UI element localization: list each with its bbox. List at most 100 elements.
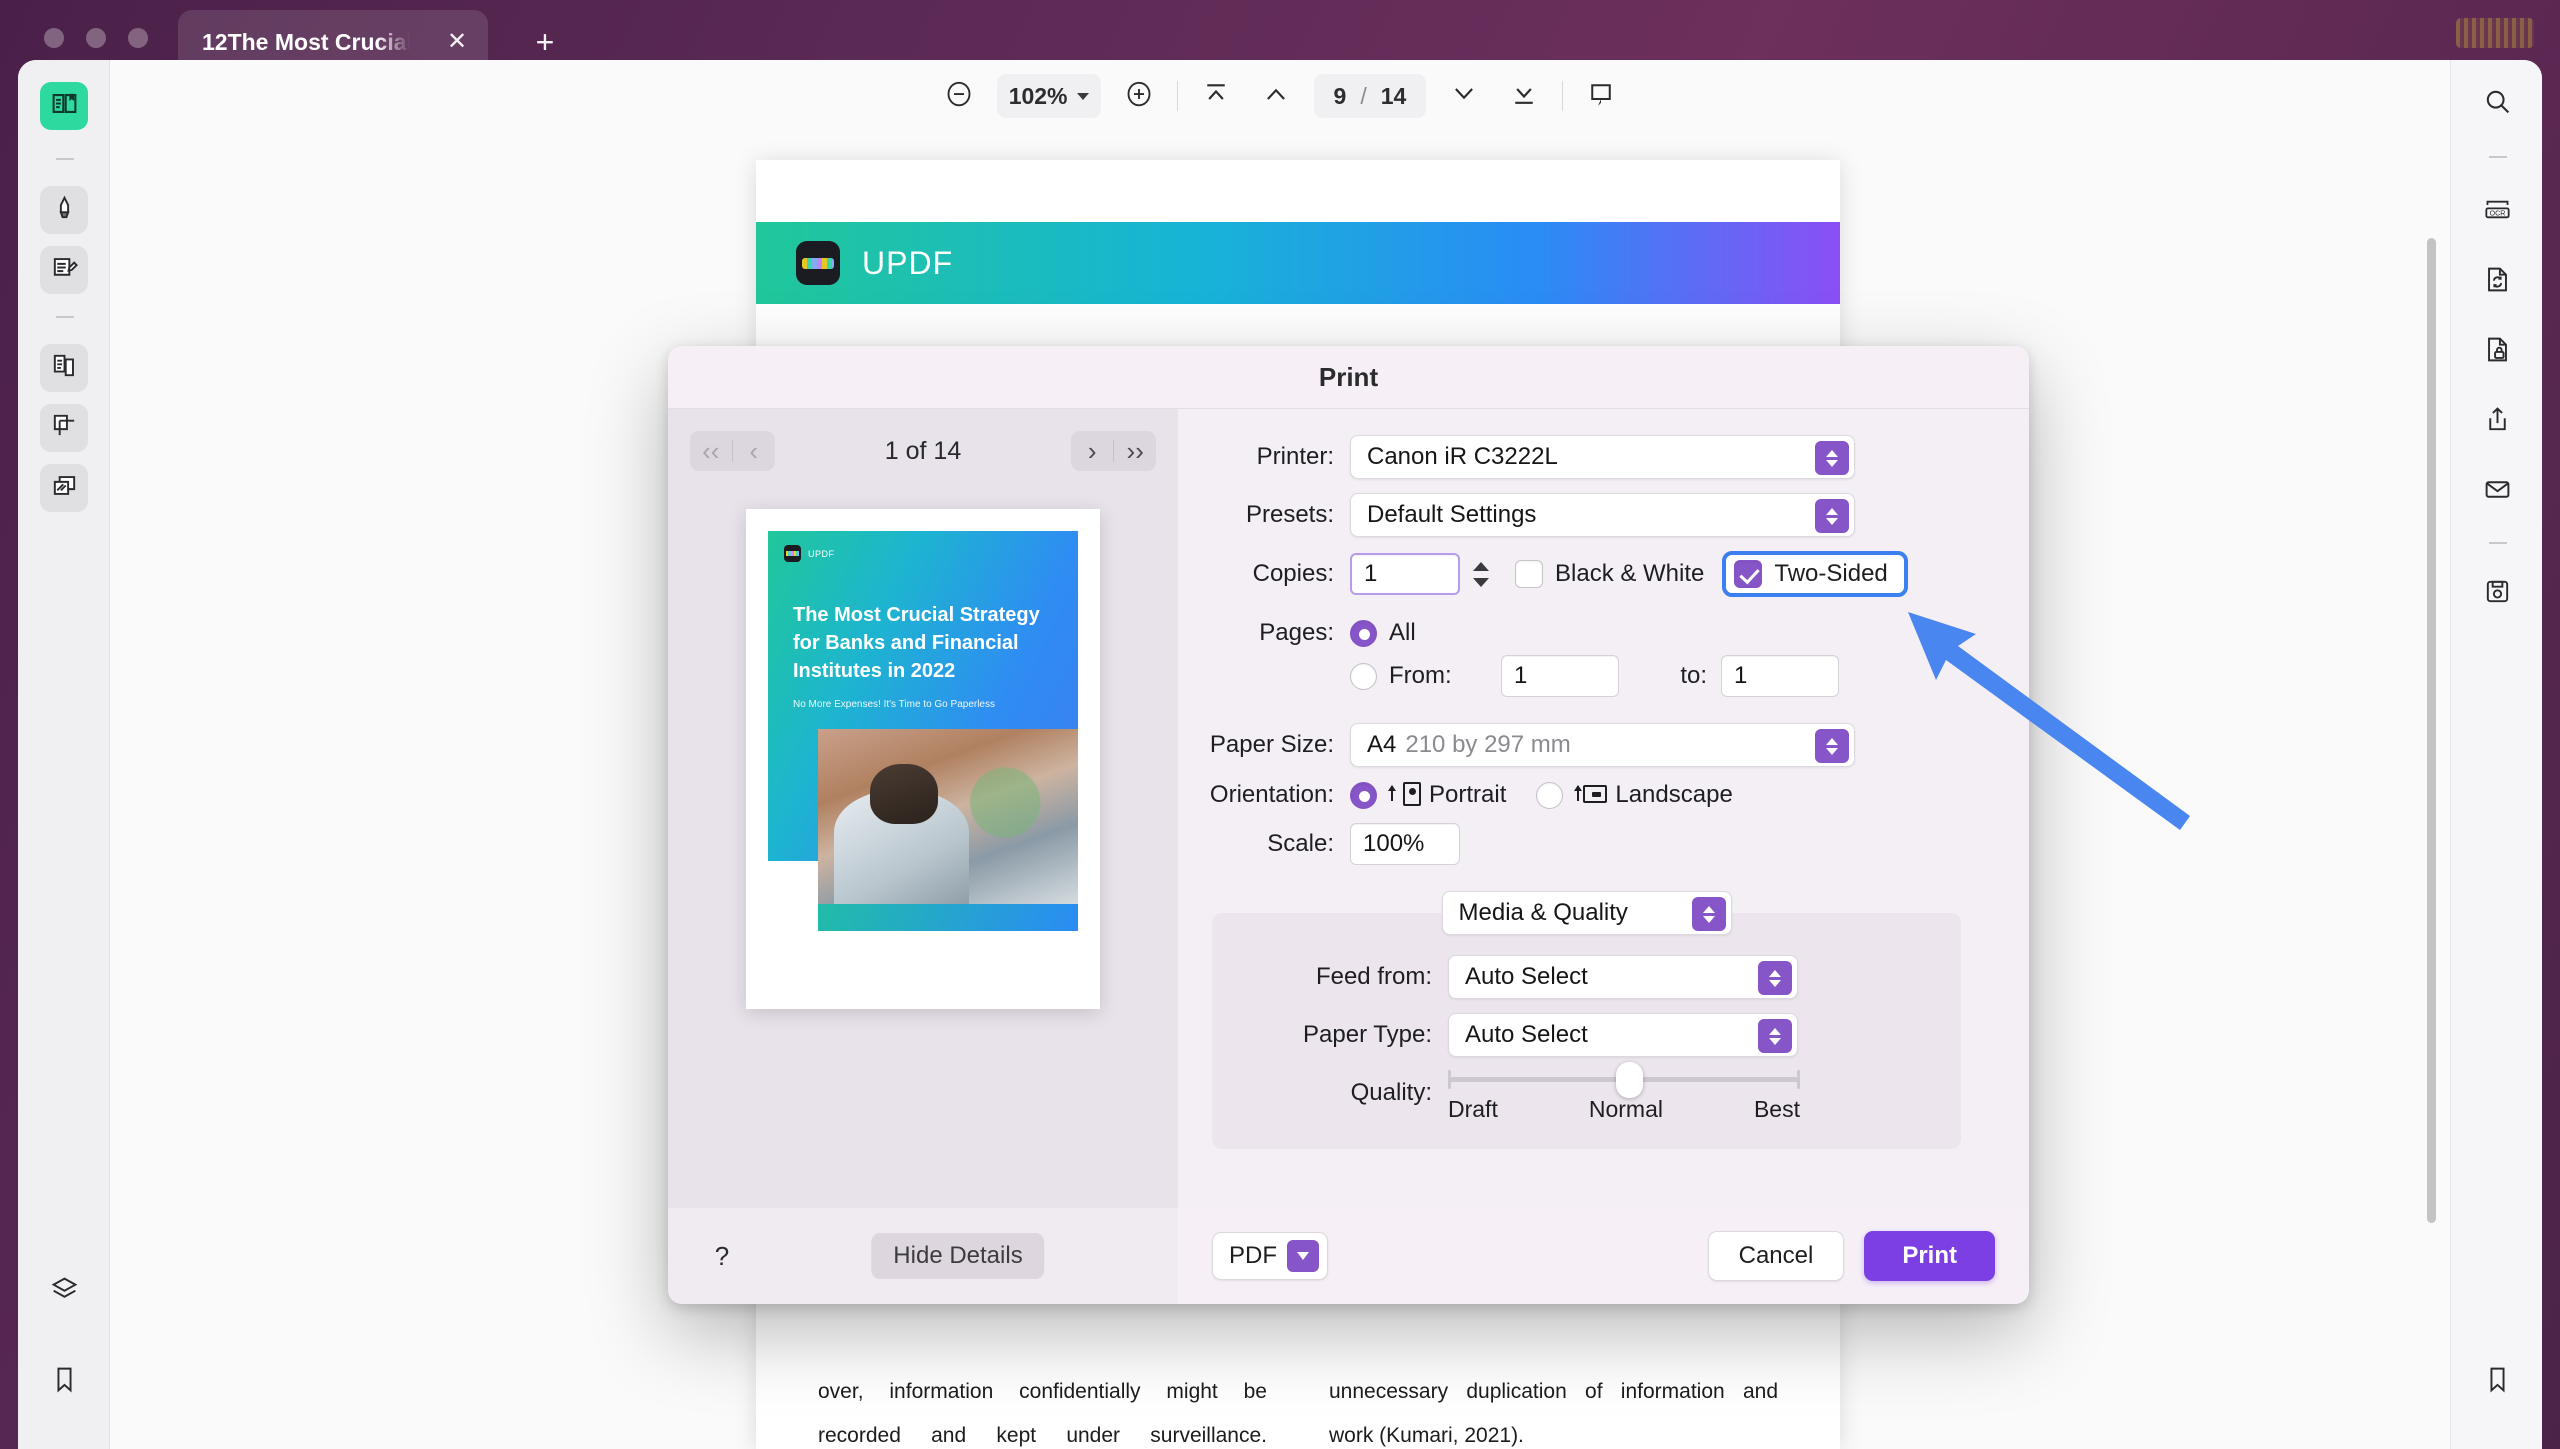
chevron-updown-icon[interactable] (1815, 729, 1849, 763)
pages-range-radio[interactable] (1350, 662, 1377, 690)
presets-select[interactable]: Default Settings (1350, 493, 1855, 537)
current-page-value[interactable]: 9 (1334, 83, 1347, 110)
preview-cover-photo (818, 729, 1078, 904)
page-separator: / (1360, 82, 1367, 109)
right-item-save[interactable] (2473, 570, 2521, 618)
close-icon[interactable]: ✕ (444, 30, 470, 56)
printer-select[interactable]: Canon iR C3222L (1350, 435, 1855, 479)
pages-to-input[interactable]: 1 (1721, 655, 1839, 697)
minimize-window-button[interactable] (86, 28, 106, 48)
black-white-checkbox-group[interactable]: Black & White (1515, 560, 1704, 588)
right-item-email[interactable] (2473, 468, 2521, 516)
sidebar-item-bookmark[interactable] (40, 1358, 88, 1406)
right-item-bookmark-panel[interactable] (2473, 1358, 2521, 1406)
next-page-icon (1449, 79, 1479, 114)
chevron-updown-icon[interactable] (1691, 897, 1726, 931)
hide-details-button[interactable]: Hide Details (871, 1233, 1045, 1279)
first-page-button[interactable] (1194, 74, 1238, 118)
go-to-last-page-icon (1509, 79, 1539, 114)
orientation-landscape-radio[interactable] (1536, 781, 1564, 809)
maximize-window-button[interactable] (128, 28, 148, 48)
two-sided-highlight-box[interactable]: Two-Sided (1722, 551, 1908, 597)
zoom-out-button[interactable] (937, 74, 981, 118)
chevron-updown-icon[interactable] (1758, 1019, 1792, 1053)
copies-stepper[interactable] (1469, 561, 1493, 587)
copies-row: Copies: 1 Black & White Two-Sided (1178, 551, 1995, 597)
preview-forward-group[interactable]: › ›› (1071, 431, 1157, 471)
right-divider-1 (2489, 156, 2507, 158)
help-button[interactable]: ? (702, 1236, 742, 1276)
right-item-protect[interactable] (2473, 328, 2521, 376)
quality-row: Quality: Draft Normal Best (1212, 1062, 1961, 1123)
window-traffic-lights[interactable] (44, 28, 148, 48)
left-sidebar (18, 60, 110, 1449)
pages-from-label: From: (1389, 662, 1452, 689)
pages-from-input[interactable]: 1 (1501, 655, 1619, 697)
copies-input[interactable]: 1 (1350, 553, 1460, 595)
crop-page-icon (50, 411, 79, 445)
chevron-left-icon[interactable]: ‹ (733, 431, 775, 471)
sidebar-item-crop-page[interactable] (40, 404, 88, 452)
protect-document-icon (2483, 335, 2512, 369)
document-right-column: unnecessary duplication of information a… (1329, 1370, 1778, 1449)
paper-size-row: Paper Size: A4 210 by 297 mm (1178, 723, 1995, 767)
chevron-down-icon[interactable] (1287, 1240, 1319, 1272)
document-scrollbar[interactable] (2427, 238, 2436, 1223)
printer-row: Printer: Canon iR C3222L (1178, 435, 1995, 479)
sidebar-item-layers[interactable] (40, 1268, 88, 1316)
total-pages-value: 14 (1380, 82, 1407, 109)
double-chevron-left-icon[interactable]: ‹‹ (690, 431, 732, 471)
scale-input[interactable]: 100% (1350, 823, 1460, 865)
black-white-checkbox[interactable] (1515, 560, 1543, 588)
quality-draft-label: Draft (1448, 1096, 1498, 1122)
plus-icon[interactable]: + (530, 26, 560, 58)
pages-all-radio[interactable] (1350, 619, 1377, 647)
feed-from-select[interactable]: Auto Select (1448, 955, 1798, 999)
orientation-portrait-radio[interactable] (1350, 781, 1377, 809)
next-page-button[interactable] (1442, 74, 1486, 118)
print-button[interactable]: Print (1864, 1231, 1995, 1281)
preview-navigation: ‹‹ ‹ 1 of 14 › ›› (668, 431, 1178, 471)
chevron-updown-icon[interactable] (1758, 961, 1792, 995)
preview-page-thumbnail[interactable]: UPDF The Most Crucial Strategy for Banks… (746, 509, 1100, 1009)
right-item-ocr[interactable]: OCR (2473, 188, 2521, 236)
landscape-page-icon (1574, 782, 1608, 808)
close-window-button[interactable] (44, 28, 64, 48)
last-page-button[interactable] (1502, 74, 1546, 118)
share-icon (2483, 405, 2512, 439)
zoom-level-label: 102% (1008, 82, 1068, 109)
preview-back-group[interactable]: ‹‹ ‹ (689, 431, 775, 471)
quality-slider-handle[interactable] (1616, 1062, 1643, 1098)
sidebar-item-annotate[interactable] (40, 246, 88, 294)
feed-from-row: Feed from: Auto Select (1212, 955, 1961, 999)
document-left-column: over, information confidentially might b… (818, 1370, 1267, 1449)
print-section-select[interactable]: Media & Quality (1441, 891, 1732, 935)
page-indicator[interactable]: 9 / 14 (1313, 74, 1427, 118)
sidebar-item-batch-process[interactable] (40, 464, 88, 512)
quality-slider[interactable] (1448, 1062, 1800, 1098)
sidebar-item-organize-pages[interactable] (40, 344, 88, 392)
right-item-convert[interactable] (2473, 258, 2521, 306)
quality-label: Quality: (1350, 1079, 1432, 1106)
cancel-button[interactable]: Cancel (1707, 1231, 1845, 1281)
paper-size-select[interactable]: A4 210 by 297 mm (1350, 723, 1855, 767)
presentation-mode-button[interactable] (1579, 74, 1623, 118)
chevron-right-icon[interactable]: › (1071, 431, 1113, 471)
pdf-menu-button[interactable]: PDF (1212, 1232, 1328, 1280)
previous-page-button[interactable] (1254, 74, 1298, 118)
sidebar-item-highlighter[interactable] (40, 186, 88, 234)
double-chevron-right-icon[interactable]: ›› (1114, 431, 1156, 471)
chevron-updown-icon[interactable] (1815, 499, 1849, 533)
two-sided-checkbox[interactable] (1734, 560, 1763, 588)
preview-brand-logo: UPDF (784, 545, 835, 562)
chevron-updown-icon[interactable] (1815, 441, 1849, 475)
paper-type-select[interactable]: Auto Select (1448, 1013, 1798, 1057)
orientation-landscape-label: Landscape (1615, 781, 1733, 808)
layers-icon (50, 1275, 79, 1309)
zoom-level-selector[interactable]: 102% (996, 74, 1101, 118)
right-item-search[interactable] (2473, 80, 2521, 128)
sidebar-item-reader[interactable] (40, 82, 88, 130)
zoom-in-button[interactable] (1117, 74, 1161, 118)
right-item-share[interactable] (2473, 398, 2521, 446)
pages-all-label: All (1389, 619, 1416, 646)
